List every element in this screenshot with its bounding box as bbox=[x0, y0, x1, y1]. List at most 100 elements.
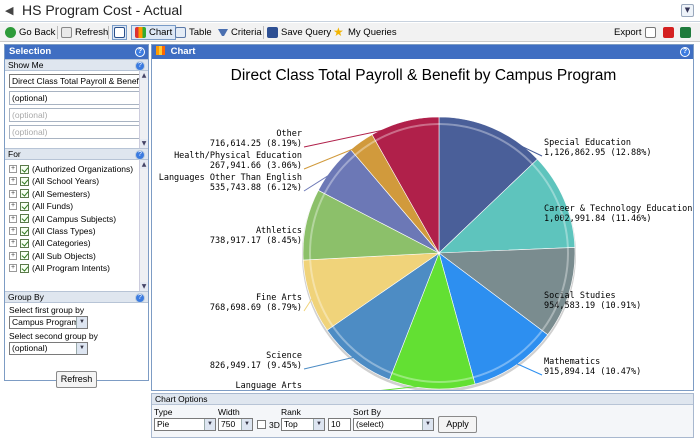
for-filter-label: (All Class Types) bbox=[32, 226, 96, 236]
chart-width-select[interactable]: 750 ▼ bbox=[218, 418, 253, 431]
print-preview-button[interactable] bbox=[645, 25, 659, 40]
for-filter-label: (All Campus Subjects) bbox=[32, 213, 117, 224]
refresh-icon bbox=[61, 27, 72, 38]
for-filter-item[interactable]: + (All Class Types) bbox=[9, 225, 96, 237]
slice-name-label: Language Arts bbox=[235, 381, 302, 390]
star-icon: ★ bbox=[333, 25, 344, 39]
checkbox-checked-icon[interactable] bbox=[20, 263, 29, 273]
help-icon[interactable]: ? bbox=[135, 61, 145, 71]
refresh-button[interactable]: Refresh bbox=[61, 25, 108, 40]
chevron-down-icon: ▼ bbox=[204, 419, 215, 430]
for-scrollbar[interactable]: ▲ ▼ bbox=[139, 160, 148, 291]
checkbox-checked-icon[interactable] bbox=[20, 226, 29, 236]
group-by-label: Group By bbox=[8, 292, 44, 302]
chart-type-select[interactable]: Pie ▼ bbox=[154, 418, 216, 431]
checkbox-checked-icon[interactable] bbox=[20, 176, 29, 186]
go-back-button[interactable]: Go Back bbox=[5, 25, 55, 40]
first-group-select[interactable]: Campus Program ▼ bbox=[9, 316, 88, 329]
checkbox-checked-icon[interactable] bbox=[20, 238, 29, 248]
threed-label: 3D bbox=[269, 420, 280, 430]
sort-by-label: Sort By bbox=[353, 407, 381, 417]
for-filter-item[interactable]: + (All School Years) bbox=[9, 175, 99, 187]
criteria-button[interactable]: Criteria bbox=[218, 25, 262, 40]
expand-icon[interactable]: + bbox=[9, 264, 17, 273]
expand-icon[interactable]: + bbox=[9, 227, 17, 235]
chevron-down-icon: ▼ bbox=[313, 419, 324, 430]
for-filter-item[interactable]: + (All Program Intents) bbox=[9, 262, 110, 274]
layout-toggle-button[interactable] bbox=[112, 25, 127, 40]
slice-name-label: Special Education bbox=[544, 138, 631, 148]
chevron-down-icon[interactable]: ▼ bbox=[681, 4, 694, 17]
slice-name-label: Career & Technology Education bbox=[544, 204, 692, 214]
apply-button[interactable]: Apply bbox=[438, 416, 477, 433]
my-queries-label: My Queries bbox=[348, 27, 397, 38]
show-me-measure-2[interactable]: (optional) bbox=[9, 91, 140, 105]
expand-icon[interactable]: + bbox=[9, 214, 17, 223]
checkbox-checked-icon[interactable] bbox=[20, 189, 29, 199]
help-icon[interactable]: ? bbox=[680, 47, 690, 57]
expand-icon[interactable]: + bbox=[9, 189, 17, 198]
sort-by-select[interactable]: (select) ▼ bbox=[353, 418, 434, 431]
show-me-measure-4[interactable]: (optional) bbox=[9, 125, 140, 139]
for-filter-item[interactable]: + (Authorized Organizations) bbox=[9, 163, 133, 175]
scroll-up-icon[interactable]: ▲ bbox=[140, 71, 148, 80]
show-me-measure-3[interactable]: (optional) bbox=[9, 108, 140, 122]
table-button[interactable]: Table bbox=[175, 25, 212, 40]
help-icon[interactable]: ? bbox=[135, 47, 145, 57]
pdf-export-button[interactable] bbox=[663, 25, 677, 40]
help-icon[interactable]: ? bbox=[135, 293, 145, 303]
slice-value-label: 716,614.25 (8.19%) bbox=[210, 139, 302, 149]
show-me-measure-1[interactable]: Direct Class Total Payroll & Benefit bbox=[9, 74, 140, 88]
chevron-down-icon: ▼ bbox=[422, 419, 433, 430]
expand-icon[interactable]: + bbox=[9, 251, 17, 260]
for-filter-item[interactable]: + (All Categories) bbox=[9, 237, 91, 249]
second-group-select[interactable]: (optional) ▼ bbox=[9, 342, 88, 355]
chart-header: Chart ? bbox=[152, 45, 693, 59]
first-group-label: Select first group by bbox=[9, 305, 85, 315]
show-me-scrollbar[interactable]: ▲ ▼ bbox=[139, 71, 148, 148]
rank-select[interactable]: Top ▼ bbox=[281, 418, 325, 431]
for-filter-item[interactable]: + (All Funds) bbox=[9, 200, 73, 212]
refresh-label: Refresh bbox=[75, 27, 109, 38]
expand-icon[interactable]: + bbox=[9, 165, 17, 173]
scroll-down-icon[interactable]: ▼ bbox=[140, 282, 148, 291]
slice-value-label: 915,894.14 (10.47%) bbox=[544, 367, 641, 377]
first-group-value: Campus Program bbox=[12, 317, 79, 327]
chart-button[interactable]: Chart bbox=[131, 25, 177, 40]
scroll-down-icon[interactable]: ▼ bbox=[140, 139, 148, 148]
checkbox-checked-icon[interactable] bbox=[20, 251, 29, 261]
expand-icon[interactable]: + bbox=[9, 239, 17, 248]
for-filter-label: (All Semesters) bbox=[32, 188, 91, 199]
selection-panel: Selection ? Show Me ? Direct Class Total… bbox=[4, 44, 149, 388]
expand-icon[interactable]: + bbox=[9, 202, 17, 211]
checkbox-checked-icon[interactable] bbox=[20, 164, 29, 174]
back-arrow-icon[interactable]: ◀ bbox=[5, 4, 13, 17]
rank-label: Rank bbox=[281, 407, 301, 417]
leader-line bbox=[513, 361, 543, 376]
for-filter-item[interactable]: + (All Sub Objects) bbox=[9, 250, 96, 262]
export-button[interactable]: Export bbox=[614, 25, 641, 40]
divider bbox=[57, 26, 58, 39]
rank-count-input[interactable]: 10 bbox=[328, 418, 351, 431]
show-me-list: Direct Class Total Payroll & Benefit (op… bbox=[5, 71, 148, 148]
checkbox-checked-icon[interactable] bbox=[20, 214, 29, 224]
checkbox-checked-icon[interactable] bbox=[20, 201, 29, 211]
save-query-button[interactable]: Save Query bbox=[267, 25, 331, 40]
type-label: Type bbox=[154, 407, 173, 417]
second-group-label: Select second group by bbox=[9, 331, 98, 341]
selection-refresh-button[interactable]: Refresh bbox=[56, 371, 97, 388]
for-filter-item[interactable]: + (All Semesters) bbox=[9, 188, 90, 200]
excel-export-button[interactable] bbox=[680, 25, 694, 40]
pie-chart: Special Education1,126,862.95 (12.88%) Ca… bbox=[159, 116, 692, 390]
table-icon bbox=[175, 27, 186, 38]
scroll-up-icon[interactable]: ▲ bbox=[140, 160, 148, 169]
my-queries-button[interactable]: ★ My Queries bbox=[333, 25, 397, 40]
help-icon[interactable]: ? bbox=[135, 150, 145, 160]
threed-checkbox[interactable] bbox=[257, 420, 266, 429]
save-icon bbox=[267, 27, 278, 38]
criteria-label: Criteria bbox=[231, 27, 262, 38]
expand-icon[interactable]: + bbox=[9, 177, 17, 186]
layout-icon bbox=[114, 27, 125, 38]
divider bbox=[108, 26, 109, 39]
for-filter-item[interactable]: + (All Campus Subjects) bbox=[9, 213, 116, 225]
